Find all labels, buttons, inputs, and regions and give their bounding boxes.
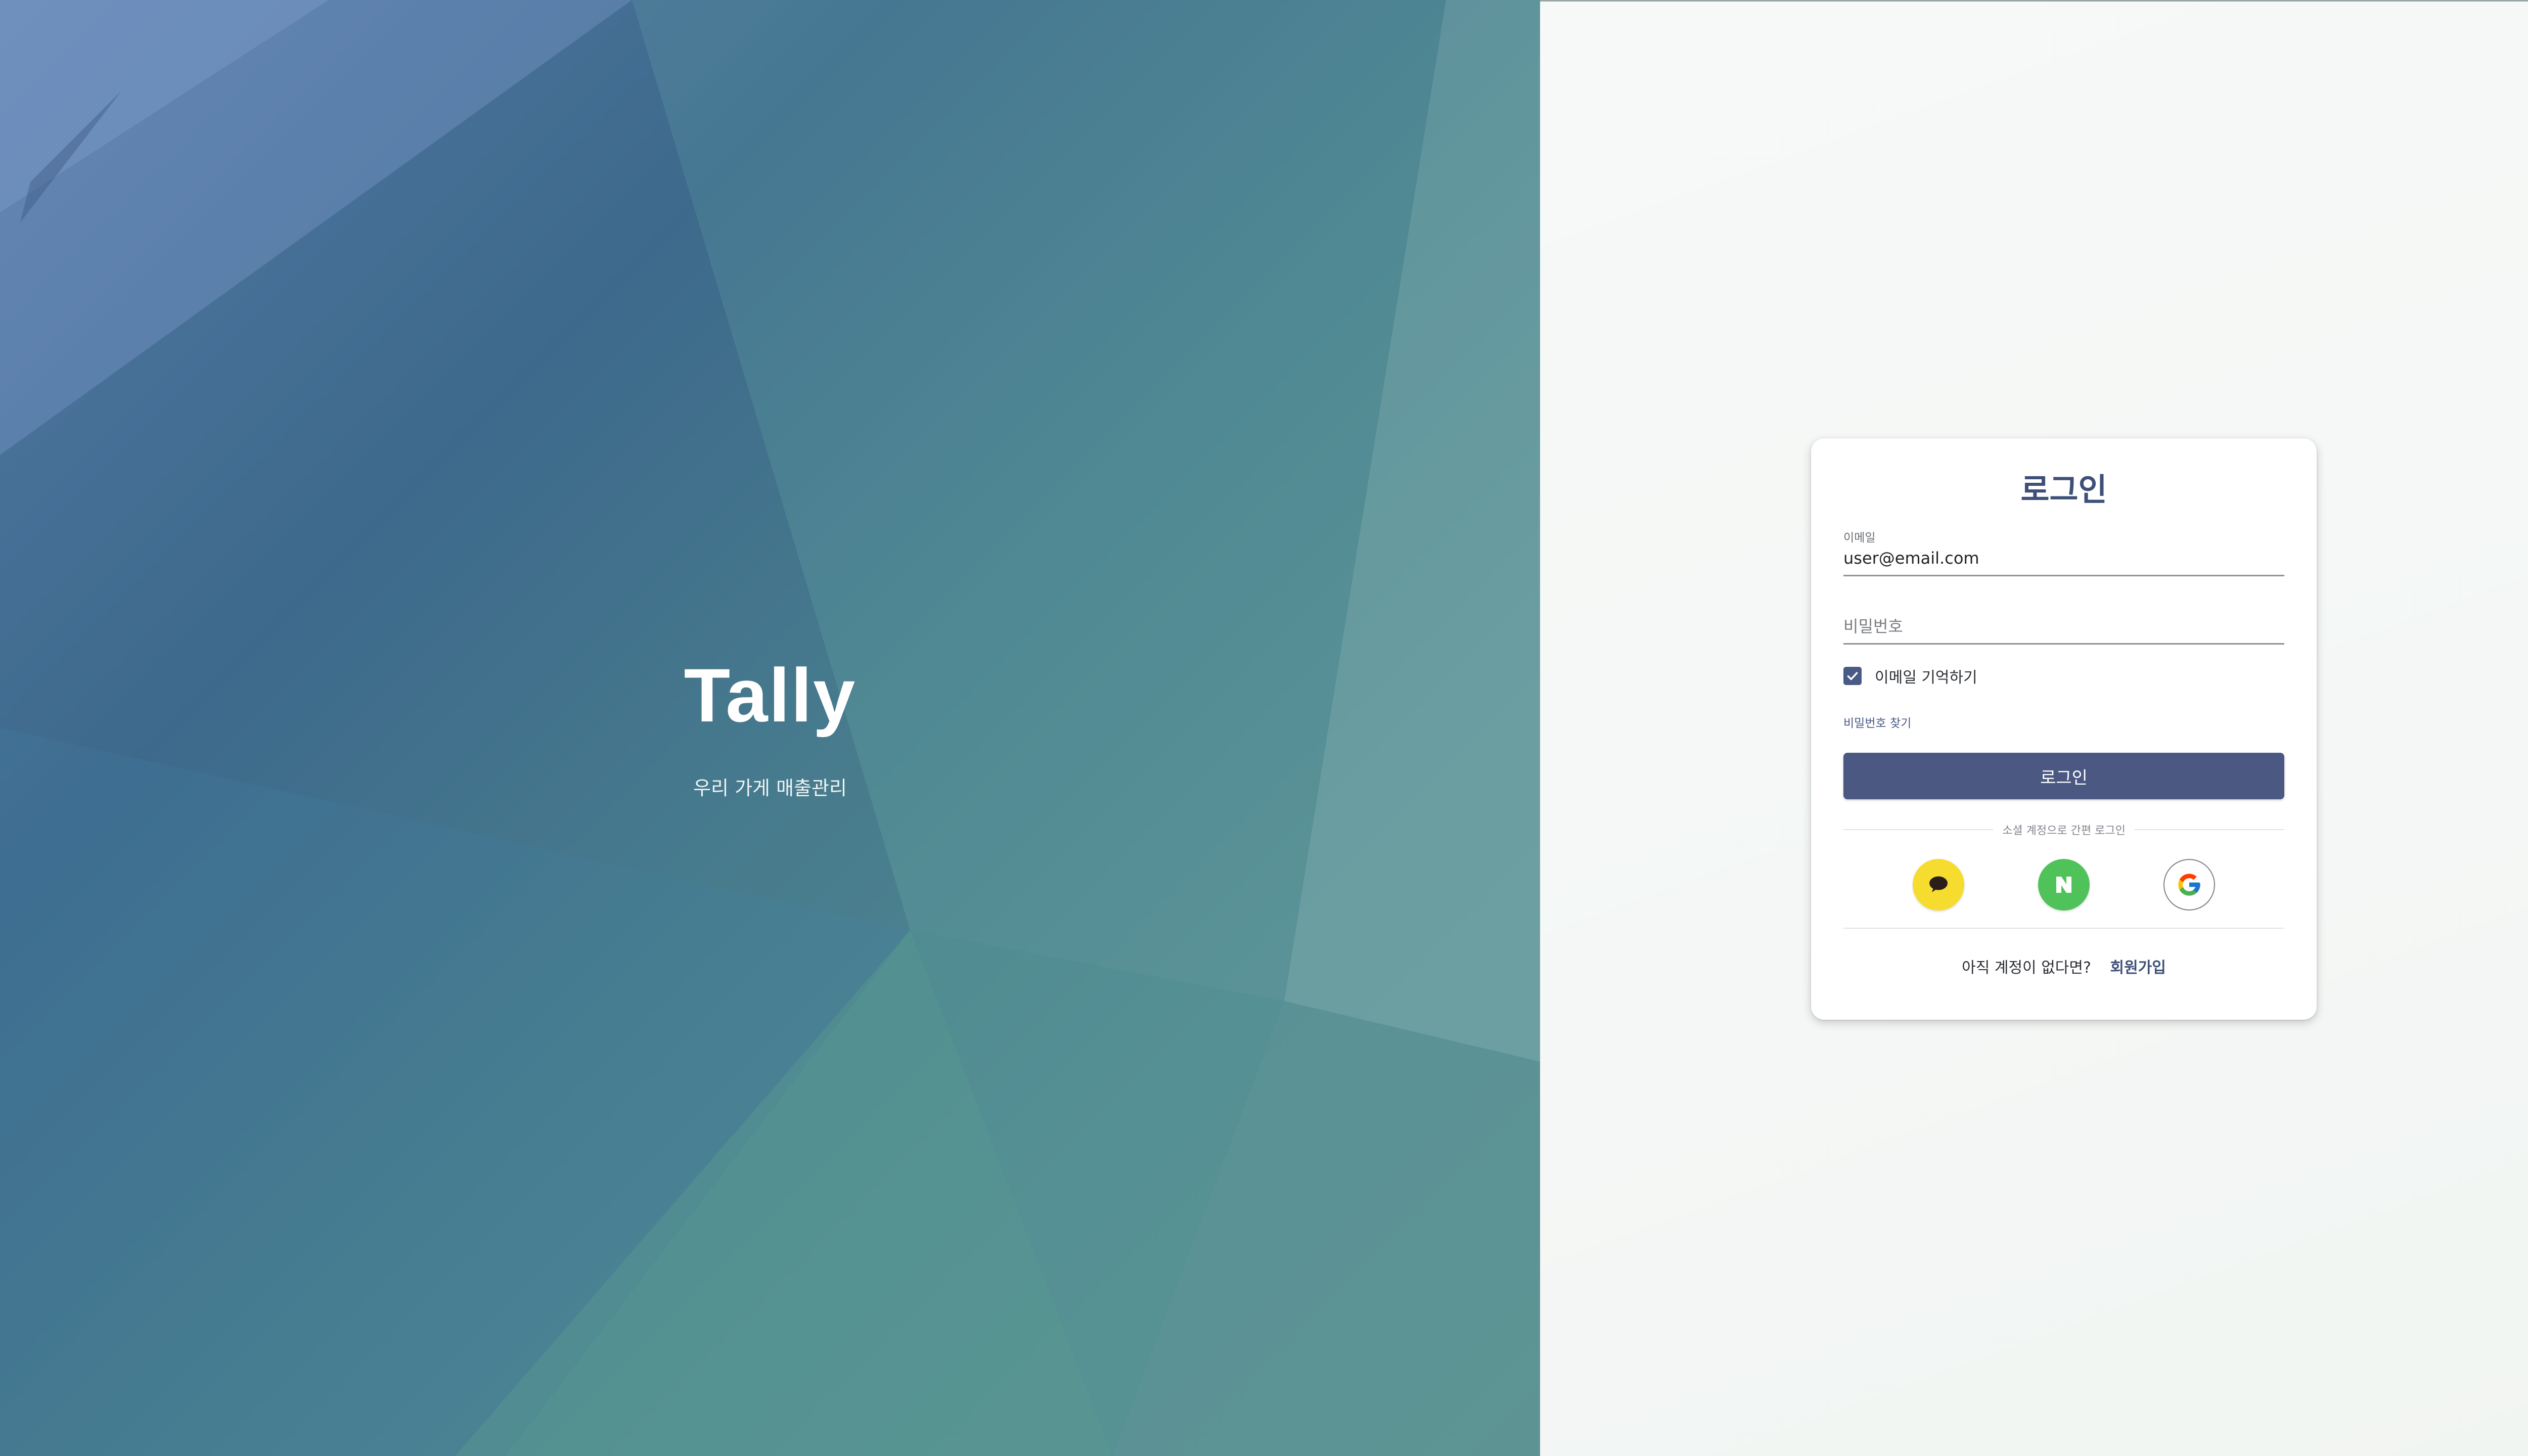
password-field-group xyxy=(1843,614,2284,645)
remember-email-label: 이메일 기억하기 xyxy=(1875,669,1977,687)
login-panel: 로그인 이메일 이메일 기억하기 비밀번호 찾기 로그인 xyxy=(1540,0,2528,1456)
email-input[interactable] xyxy=(1843,545,2284,576)
login-card: 로그인 이메일 이메일 기억하기 비밀번호 찾기 로그인 xyxy=(1811,438,2317,1020)
signup-row: 아직 계정이 없다면? 회원가입 xyxy=(1843,955,2284,977)
kakao-login-button[interactable] xyxy=(1913,859,1964,911)
email-label: 이메일 xyxy=(1843,531,1876,544)
card-bottom-divider xyxy=(1843,928,2284,929)
divider-line-left xyxy=(1843,829,1994,830)
app-tagline: 우리 가게 매출관리 xyxy=(693,777,847,799)
login-page: Tally 우리 가게 매출관리 로그인 이메일 이메일 기억하기 xyxy=(0,0,2528,1456)
signup-link[interactable]: 회원가입 xyxy=(2110,959,2165,977)
password-input[interactable] xyxy=(1843,614,2284,645)
app-logo-title: Tally xyxy=(684,653,856,738)
login-button[interactable]: 로그인 xyxy=(1843,753,2284,799)
divider-line-right xyxy=(2134,829,2284,830)
social-login-divider-text: 소셜 계정으로 간편 로그인 xyxy=(2002,825,2126,837)
email-field-group: 이메일 xyxy=(1843,530,2284,576)
remember-email-row[interactable]: 이메일 기억하기 xyxy=(1843,665,2284,687)
hero-brand: Tally 우리 가게 매출관리 xyxy=(0,657,1540,800)
signup-prompt: 아직 계정이 없다면? xyxy=(1962,959,2091,977)
hero-panel: Tally 우리 가게 매출관리 xyxy=(0,0,1540,1456)
social-login-buttons xyxy=(1843,859,2284,911)
naver-login-button[interactable] xyxy=(2038,859,2090,911)
kakao-talk-icon xyxy=(1929,876,1948,892)
google-g-icon xyxy=(2178,874,2200,896)
remember-email-checkbox[interactable] xyxy=(1843,667,1862,685)
google-login-button[interactable] xyxy=(2163,859,2215,911)
forgot-password-link[interactable]: 비밀번호 찾기 xyxy=(1843,713,1911,731)
login-title: 로그인 xyxy=(2020,471,2107,508)
check-icon xyxy=(1847,672,1858,680)
social-login-divider: 소셜 계정으로 간편 로그인 xyxy=(1843,822,2284,838)
naver-n-icon xyxy=(2056,877,2071,893)
